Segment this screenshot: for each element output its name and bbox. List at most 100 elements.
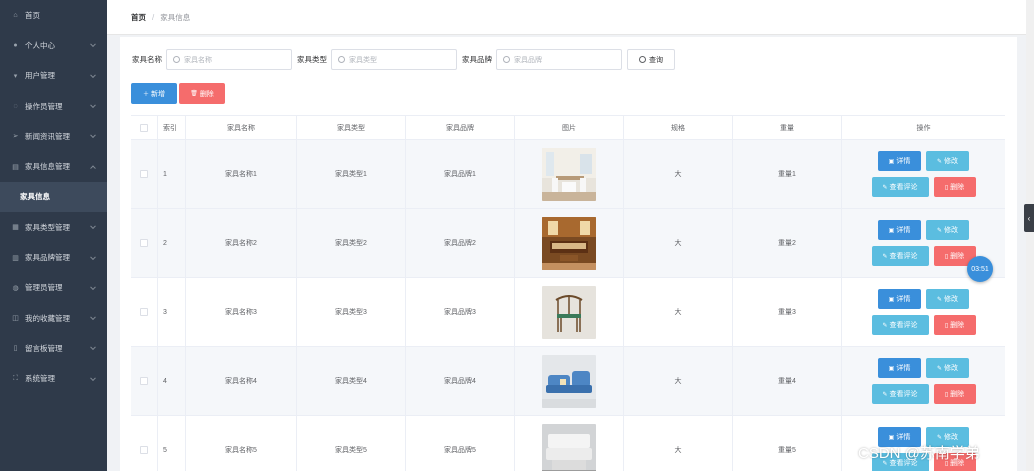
table-row: 1 家具名称1 家具类型1 家具品牌1 大 重量1 ▣ 详情 ✎ 修改 ✎ 查看…	[131, 140, 1005, 209]
detail-button[interactable]: ▣ 详情	[878, 358, 921, 378]
query-button[interactable]: 查询	[627, 49, 675, 70]
detail-label: 详情	[896, 296, 911, 303]
search-icon	[338, 56, 345, 63]
chair-photo	[542, 285, 596, 339]
row-weight: 重量4	[733, 347, 842, 415]
star-icon: ◫	[12, 315, 19, 323]
row-name: 家具名称4	[186, 347, 297, 415]
chevron-down-icon	[90, 344, 96, 351]
row-image-cell	[515, 278, 624, 346]
row-operations: ▣ 详情 ✎ 修改 ✎ 查看评论 ▯ 删除	[842, 140, 1005, 208]
action-bar: ＋ 新增 🗑 删除	[131, 83, 225, 104]
row-checkbox[interactable]	[140, 377, 148, 385]
sidebar-item-news-management[interactable]: ➢ 新闻资讯管理	[0, 121, 107, 151]
delete-label: 删除	[950, 253, 965, 260]
detail-button[interactable]: ▣ 详情	[878, 289, 921, 309]
row-name: 家具名称5	[186, 416, 297, 471]
chevron-left-icon: ‹	[1027, 213, 1031, 223]
delete-button[interactable]: ▯ 删除	[933, 315, 976, 335]
sidebar-item-operator-management[interactable]: ◌ 操作员管理	[0, 91, 107, 121]
row-brand: 家具品牌1	[406, 140, 515, 208]
breadcrumb: 首页 / 家具信息	[107, 0, 1026, 35]
add-button-label: 新增	[151, 90, 165, 98]
sidebar-item-label: 用户管理	[25, 71, 55, 81]
sidebar-item-label: 新闻资讯管理	[25, 131, 70, 141]
select-all-checkbox[interactable]	[140, 123, 148, 132]
plus-icon: ＋	[142, 92, 149, 98]
trash-icon: ▯	[944, 253, 949, 260]
header-checkbox-cell	[131, 116, 158, 139]
trash-icon: 🗑	[190, 91, 198, 97]
edit-label: 修改	[944, 227, 959, 234]
sidebar-item-furniture-brand-management[interactable]: ▥ 家具品牌管理	[0, 242, 107, 272]
sidebar-item-label: 家具品牌管理	[25, 253, 70, 263]
watermark: CSDN @苏南学弟	[858, 445, 980, 462]
sidebar-item-label: 系统管理	[25, 374, 55, 384]
row-type: 家具类型5	[297, 416, 406, 471]
row-brand: 家具品牌4	[406, 347, 515, 415]
sidebar-item-admin-management[interactable]: ◍ 管理员管理	[0, 273, 107, 303]
name-search-label: 家具名称	[132, 55, 162, 64]
row-checkbox[interactable]	[140, 170, 148, 178]
name-search-input[interactable]: 家具名称	[166, 49, 292, 70]
row-brand: 家具品牌5	[406, 416, 515, 471]
brand-search-input[interactable]: 家具品牌	[496, 49, 622, 70]
row-checkbox[interactable]	[140, 239, 148, 247]
blue-sofa-photo	[542, 354, 596, 408]
batch-delete-button[interactable]: 🗑 删除	[179, 83, 225, 104]
row-index: 2	[158, 209, 186, 277]
delete-label: 删除	[950, 322, 965, 329]
chevron-down-icon	[90, 314, 96, 321]
add-button[interactable]: ＋ 新增	[131, 83, 177, 104]
sidebar-item-label: 我的收藏管理	[25, 313, 70, 323]
edit-button[interactable]: ✎ 修改	[926, 151, 969, 171]
vertical-scrollbar[interactable]	[1026, 0, 1034, 471]
edit-button[interactable]: ✎ 修改	[926, 220, 969, 240]
row-weight: 重量5	[733, 416, 842, 471]
row-index: 1	[158, 140, 186, 208]
sidebar-item-furniture-management[interactable]: ▤ 家具信息管理	[0, 151, 107, 181]
delete-button[interactable]: ▯ 删除	[933, 384, 976, 404]
edit-button[interactable]: ✎ 修改	[926, 358, 969, 378]
delete-button[interactable]: ▯ 删除	[933, 177, 976, 197]
breadcrumb-home[interactable]: 首页	[131, 12, 146, 23]
view-reviews-button[interactable]: ✎ 查看评论	[871, 177, 929, 197]
type-search-input[interactable]: 家具类型	[331, 49, 457, 70]
row-weight: 重量3	[733, 278, 842, 346]
sidebar-item-user-management[interactable]: ▾ 用户管理	[0, 61, 107, 91]
view-reviews-button[interactable]: ✎ 查看评论	[871, 384, 929, 404]
row-checkbox[interactable]	[140, 308, 148, 316]
type-search-placeholder: 家具类型	[349, 56, 377, 64]
sidebar-item-message-board-management[interactable]: ▯ 留言板管理	[0, 333, 107, 363]
view-reviews-label: 查看评论	[889, 391, 918, 398]
list-icon: ▦	[12, 224, 19, 232]
edit-label: 修改	[944, 434, 959, 441]
sidebar-item-label: 家具信息	[20, 192, 50, 202]
view-reviews-button[interactable]: ✎ 查看评论	[871, 246, 929, 266]
row-checkbox[interactable]	[140, 446, 148, 454]
detail-button[interactable]: ▣ 详情	[878, 220, 921, 240]
white-sofa-photo	[542, 423, 596, 471]
sidebar-subitem-furniture-info[interactable]: 家具信息	[0, 181, 107, 213]
row-operations: ▣ 详情 ✎ 修改 ✎ 查看评论 ▯ 删除	[842, 347, 1005, 415]
sidebar-item-system-management[interactable]: ⛶ 系统管理	[0, 364, 107, 394]
view-reviews-button[interactable]: ✎ 查看评论	[871, 315, 929, 335]
detail-button[interactable]: ▣ 详情	[878, 151, 921, 171]
edit-label: 修改	[944, 365, 959, 372]
row-image-cell	[515, 347, 624, 415]
detail-icon: ▣	[888, 434, 895, 441]
breadcrumb-current: 家具信息	[160, 12, 191, 22]
timer-badge[interactable]: 03:51	[967, 256, 993, 282]
sidebar-item-home[interactable]: ⌂ 首页	[0, 0, 107, 30]
edit-button[interactable]: ✎ 修改	[926, 289, 969, 309]
sidebar-item-personal-center[interactable]: ● 个人中心	[0, 30, 107, 60]
sidebar-item-favorites-management[interactable]: ◫ 我的收藏管理	[0, 303, 107, 333]
view-reviews-label: 查看评论	[889, 322, 918, 329]
chevron-down-icon	[90, 132, 96, 139]
pencil-icon: ✎	[936, 434, 943, 441]
admin-icon: ◍	[12, 284, 19, 292]
row-name: 家具名称3	[186, 278, 297, 346]
trash-icon: ▯	[944, 391, 949, 398]
sidebar-item-furniture-type-management[interactable]: ▦ 家具类型管理	[0, 212, 107, 242]
side-collapse-tab[interactable]: ‹	[1024, 204, 1034, 232]
